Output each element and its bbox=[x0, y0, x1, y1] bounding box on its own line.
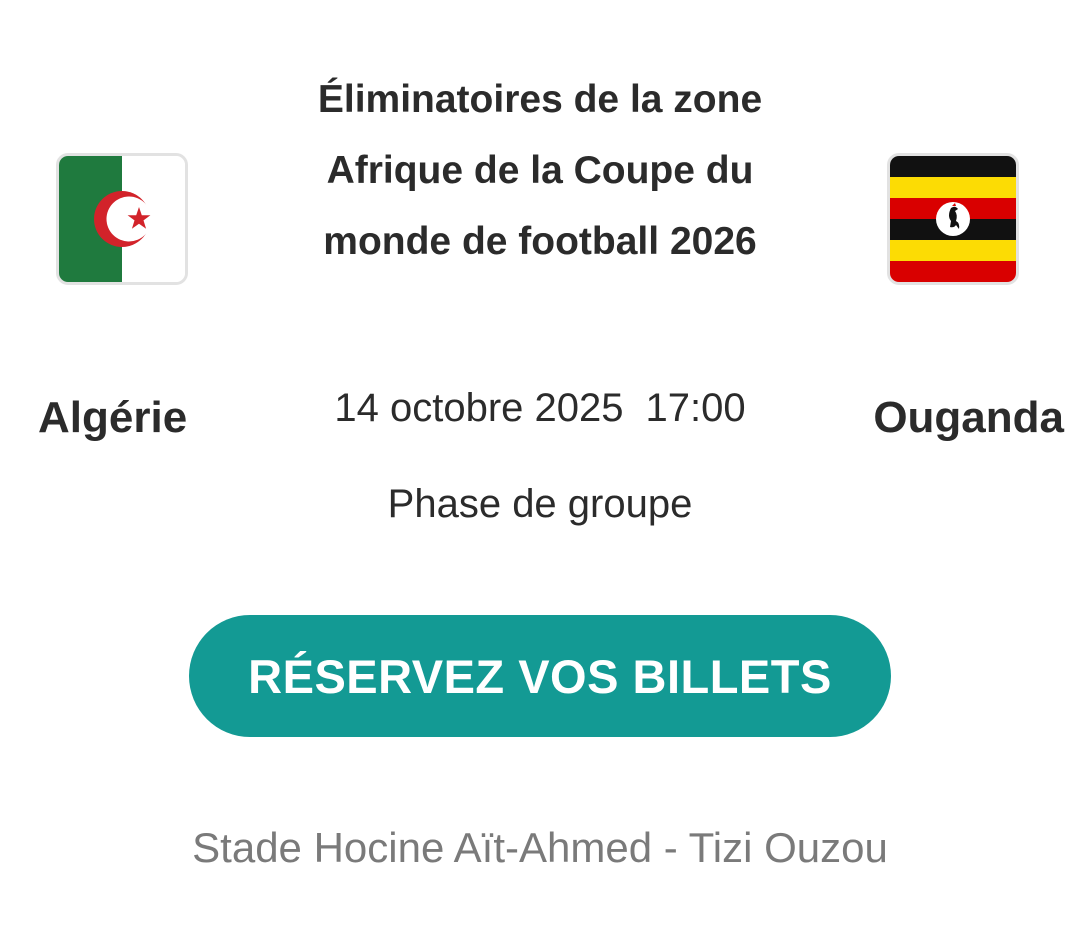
venue-label: Stade Hocine Aït-Ahmed - Tizi Ouzou bbox=[192, 824, 888, 871]
home-team-name: Algérie bbox=[38, 393, 188, 442]
uganda-flag-icon bbox=[887, 153, 1019, 285]
algeria-flag-icon bbox=[56, 153, 188, 285]
book-tickets-button[interactable]: RÉSERVEZ VOS BILLETS bbox=[189, 615, 891, 737]
match-card: Éliminatoires de la zone Afrique de la C… bbox=[0, 0, 1080, 942]
match-datetime: 14 octobre 2025 17:00 bbox=[240, 380, 840, 436]
match-date: 14 octobre 2025 bbox=[334, 386, 624, 430]
match-phase: Phase de groupe bbox=[387, 482, 693, 526]
away-team-name: Ouganda bbox=[873, 393, 1064, 442]
match-time: 17:00 bbox=[645, 386, 746, 430]
competition-title: Éliminatoires de la zone Afrique de la C… bbox=[317, 78, 763, 263]
